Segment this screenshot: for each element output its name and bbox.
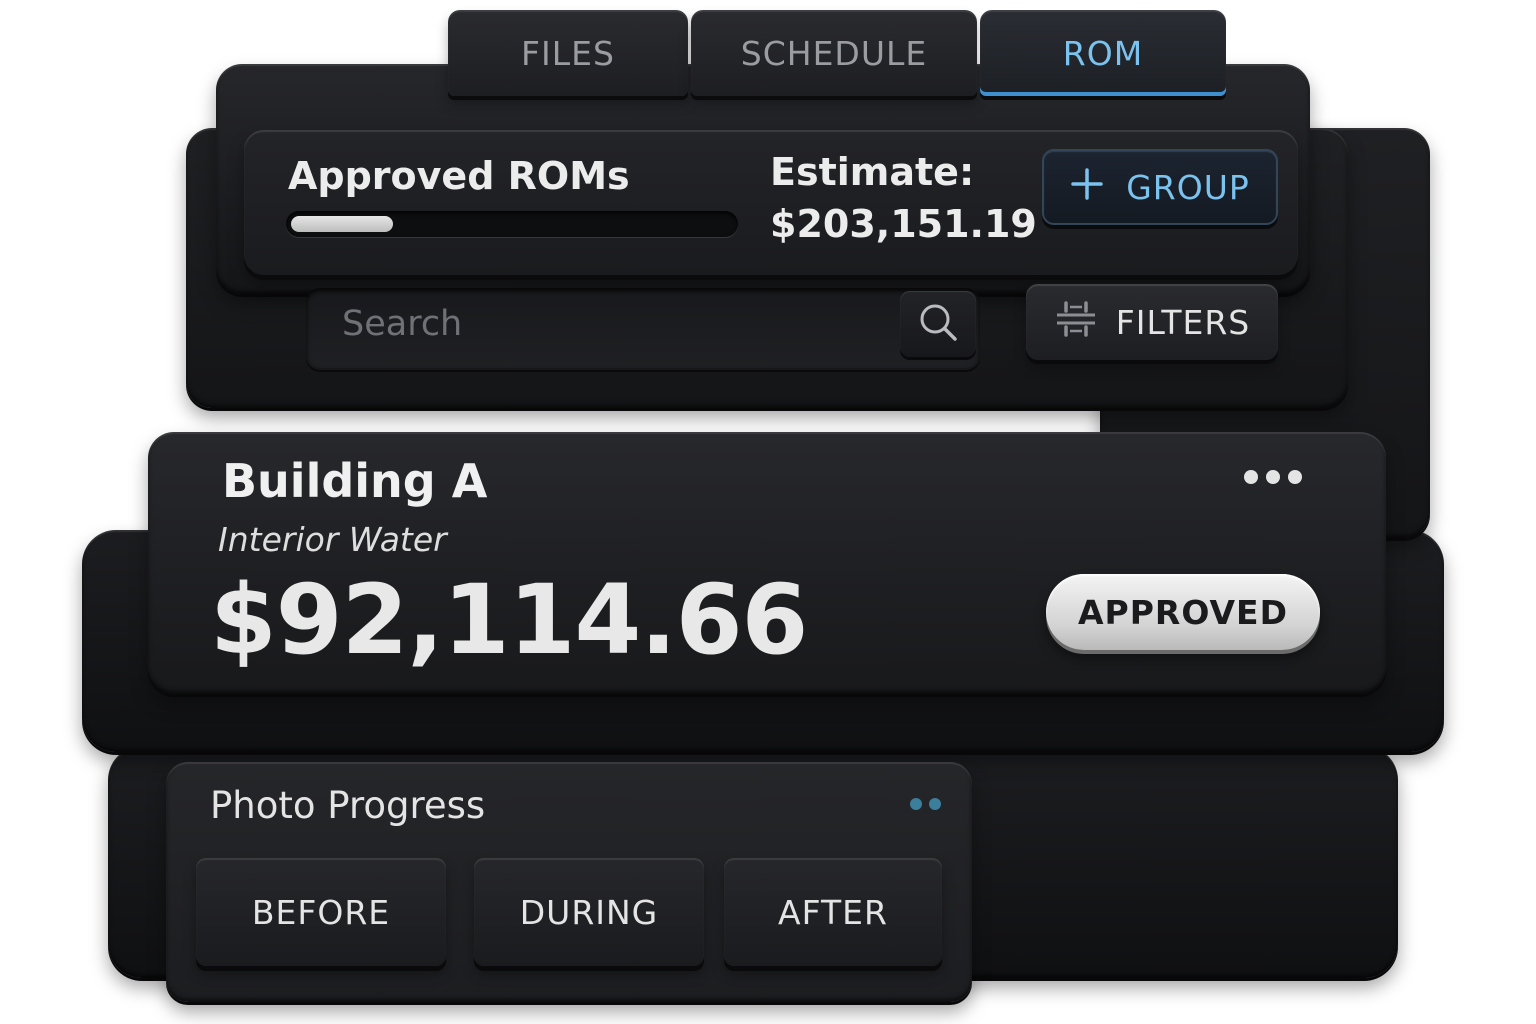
photo-progress-title: Photo Progress (210, 784, 486, 827)
search-button[interactable] (900, 291, 976, 357)
approved-roms-title: Approved ROMs (288, 154, 630, 198)
estimate-value: $203,151.19 (770, 202, 1037, 246)
approved-progress-bar (286, 211, 738, 237)
building-title: Building A (222, 454, 488, 508)
filters-label: FILTERS (1115, 302, 1251, 342)
during-button[interactable]: DURING (474, 858, 704, 966)
pagination-dots-icon[interactable] (910, 798, 941, 810)
add-group-label: GROUP (1126, 167, 1250, 207)
add-group-button[interactable]: GROUP (1042, 149, 1278, 225)
plus-icon (1070, 167, 1104, 208)
filter-sliders-icon (1054, 298, 1098, 346)
status-badge: APPROVED (1046, 574, 1320, 650)
approved-progress-fill (291, 216, 393, 232)
tab-bar: FILES SCHEDULE ROM (448, 10, 1226, 96)
building-amount: $92,114.66 (210, 564, 808, 676)
estimate-label: Estimate: (770, 150, 975, 194)
tab-files[interactable]: FILES (448, 10, 688, 96)
search-icon (916, 300, 960, 348)
before-button[interactable]: BEFORE (196, 858, 446, 966)
tab-schedule[interactable]: SCHEDULE (691, 10, 977, 96)
more-horizontal-icon[interactable] (1240, 464, 1306, 490)
building-subtitle: Interior Water (218, 520, 447, 559)
app-canvas: FILES SCHEDULE ROM Approved ROMs Estimat… (0, 0, 1536, 1024)
filters-button[interactable]: FILTERS (1026, 284, 1278, 360)
search-placeholder: Search (342, 304, 463, 344)
after-button[interactable]: AFTER (724, 858, 942, 966)
tab-rom[interactable]: ROM (980, 10, 1226, 96)
